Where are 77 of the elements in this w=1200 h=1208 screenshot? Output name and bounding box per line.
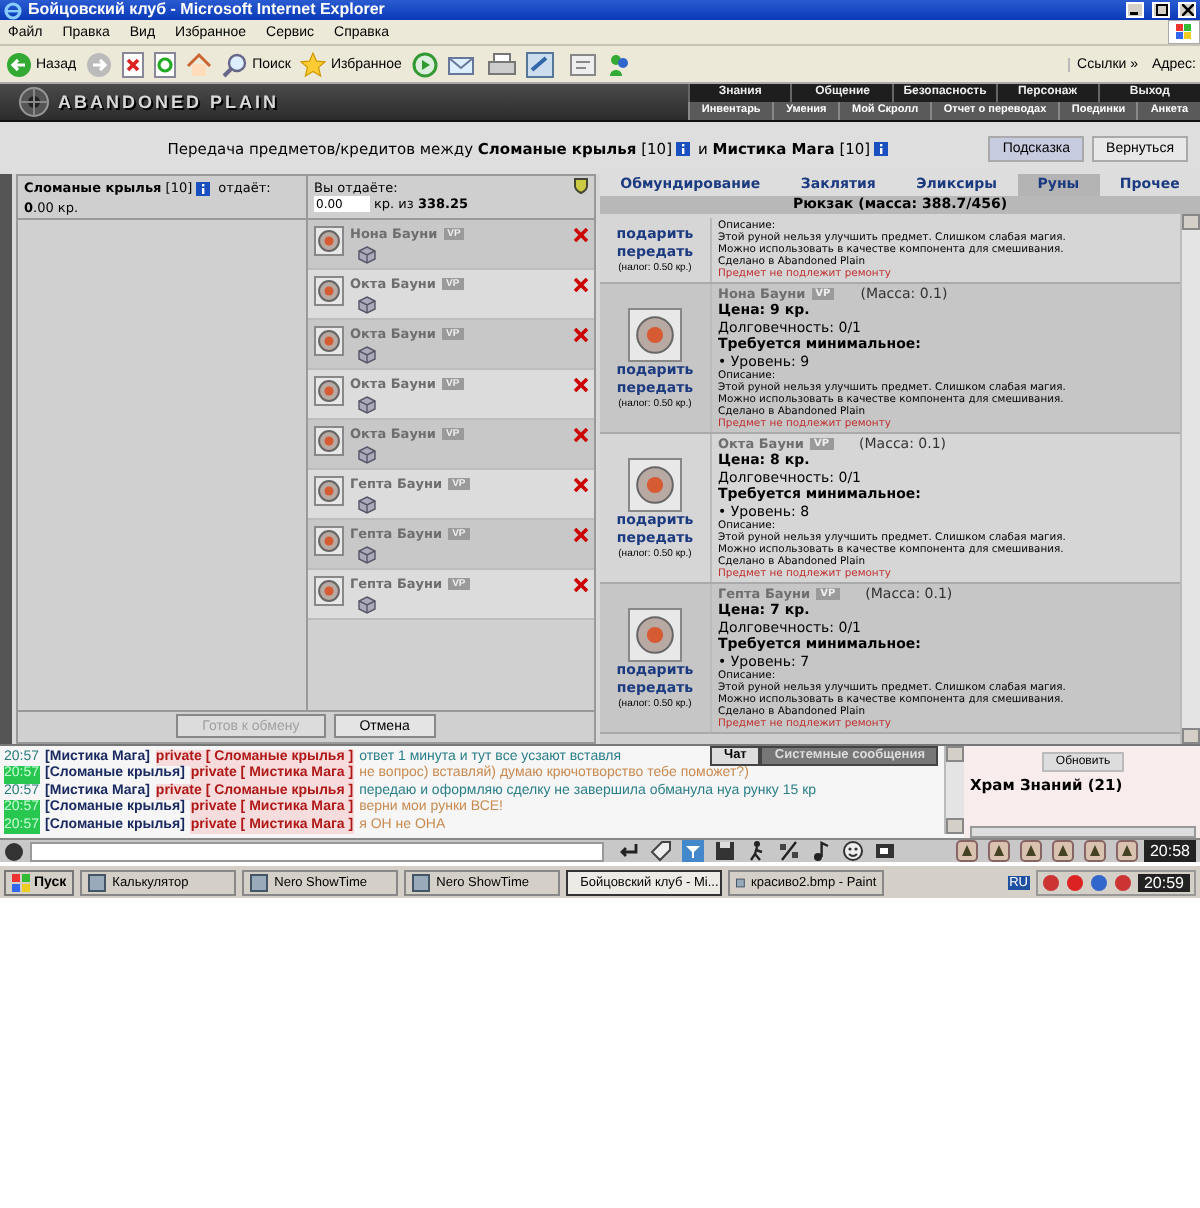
media-button[interactable] — [409, 51, 440, 77]
maximize-icon — [1155, 4, 1167, 16]
home-button[interactable] — [184, 51, 215, 77]
rune-icon — [628, 307, 682, 361]
music-note-icon[interactable] — [810, 840, 832, 862]
rune-icon — [314, 226, 344, 256]
close-icon — [1181, 4, 1193, 16]
smiley-icon[interactable] — [842, 840, 864, 862]
scrollbar[interactable] — [1180, 214, 1200, 744]
document-button[interactable] — [567, 51, 598, 77]
search-icon — [222, 51, 249, 77]
media-icon — [411, 51, 438, 77]
info-icon — [676, 141, 690, 155]
refresh-button[interactable] — [152, 51, 179, 77]
cross-icon[interactable] — [574, 278, 588, 292]
back-icon — [6, 51, 32, 77]
refresh-icon — [154, 51, 177, 77]
rune-icon — [628, 607, 682, 661]
cube-icon — [358, 396, 376, 414]
cross-icon[interactable] — [574, 228, 588, 242]
mail-icon — [447, 51, 478, 77]
emblem-icon — [16, 86, 52, 118]
game-clock: 20:58 — [1143, 840, 1196, 862]
rune-icon — [314, 526, 344, 556]
chat-input[interactable] — [30, 841, 604, 861]
rune-icon — [314, 576, 344, 606]
document-icon — [569, 51, 596, 77]
rune-icon — [628, 457, 682, 511]
home-icon — [186, 51, 213, 77]
print-button[interactable] — [485, 51, 518, 77]
cube-icon — [358, 246, 376, 264]
rune-icon — [314, 376, 344, 406]
cube-icon — [358, 596, 376, 614]
cross-icon[interactable] — [574, 478, 588, 492]
cube-icon — [358, 346, 376, 364]
cross-icon[interactable] — [574, 528, 588, 542]
cross-icon[interactable] — [574, 378, 588, 392]
messenger-icon — [605, 51, 632, 77]
logo-text: ABANDONED PLAIN — [58, 92, 280, 112]
stop-icon — [122, 51, 145, 77]
ie-logo-icon — [4, 1, 22, 19]
window-icon — [412, 873, 431, 891]
taskbar-clock: 20:59 — [1137, 873, 1190, 891]
rune-icon — [314, 326, 344, 356]
rune-icon — [314, 426, 344, 456]
rune-icon — [314, 476, 344, 506]
maximize-button[interactable] — [1152, 2, 1170, 18]
cube-icon — [358, 446, 376, 464]
enter-arrow-icon[interactable] — [618, 840, 640, 862]
favorites-icon — [300, 51, 327, 77]
stop-button[interactable] — [120, 51, 147, 77]
info-icon — [874, 141, 889, 155]
window-icon — [250, 873, 269, 891]
cross-icon[interactable] — [574, 428, 588, 442]
window-title: Бойцовский клуб - Microsoft Internet Explorer — [28, 0, 385, 20]
forward-icon — [86, 51, 113, 77]
scrollbar[interactable] — [970, 826, 1196, 838]
mail-button[interactable] — [445, 51, 480, 77]
filter-icon[interactable] — [682, 840, 704, 862]
cross-icon[interactable] — [574, 578, 588, 592]
window-icon — [88, 873, 107, 891]
windows-logo-icon — [12, 873, 30, 891]
gallery-icon[interactable] — [874, 840, 896, 862]
slash-letters-icon[interactable] — [778, 840, 800, 862]
info-icon — [196, 181, 211, 195]
walking-man-icon[interactable] — [746, 840, 768, 862]
edit-icon — [525, 51, 560, 77]
print-icon — [487, 51, 516, 77]
cube-icon — [358, 296, 376, 314]
window-icon — [736, 873, 746, 891]
cube-icon — [358, 496, 376, 514]
close-button[interactable] — [1178, 2, 1196, 18]
cross-icon[interactable] — [574, 328, 588, 342]
rune-icon — [314, 276, 344, 306]
cube-icon — [358, 546, 376, 564]
scrollbar[interactable] — [944, 746, 964, 834]
minimize-button[interactable] — [1126, 2, 1144, 18]
